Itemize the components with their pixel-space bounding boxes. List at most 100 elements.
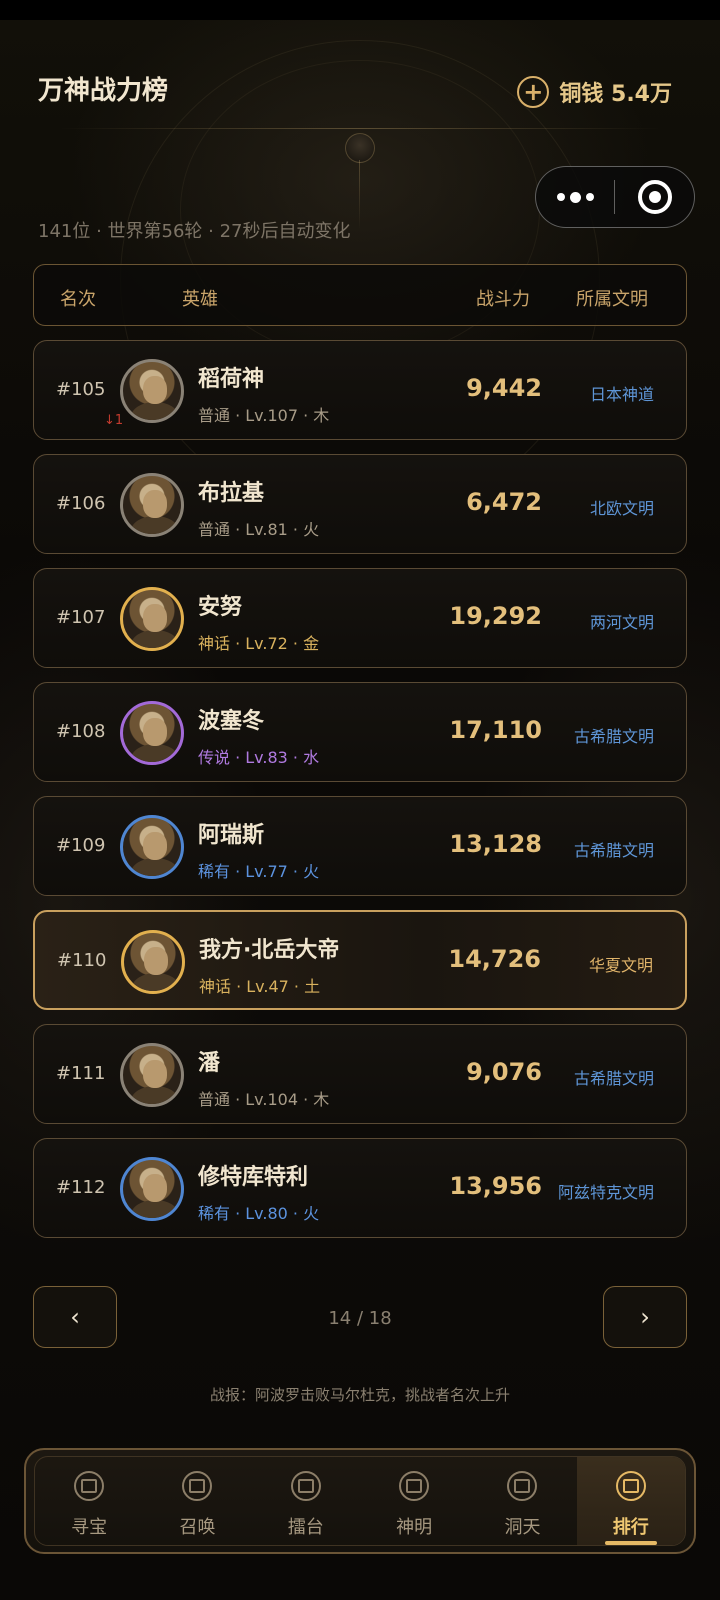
hero-avatar [121, 930, 185, 994]
ranking-subinfo: 141位 · 世界第56轮 · 27秒后自动变化 [38, 221, 351, 242]
hero-avatar [120, 359, 184, 423]
hero-power: 9,076 [466, 1058, 542, 1086]
active-tab-indicator [604, 1541, 657, 1545]
hero-avatar [120, 1157, 184, 1221]
table-row[interactable]: #106 布拉基 普通 · Lv.81 · 火 6,472 北欧文明 [33, 454, 687, 554]
hero-power: 17,110 [449, 716, 542, 744]
hero-meta: 稀有 · Lv.77 · 火 [198, 862, 320, 881]
hero-meta: 传说 · Lv.83 · 水 [198, 748, 320, 767]
tab-treasure[interactable]: 寻宝 [35, 1457, 143, 1545]
hero-avatar [120, 473, 184, 537]
ranking-icon [615, 1471, 646, 1501]
bottom-tab-bar: 寻宝 召唤 擂台 神明 洞天 排行 [24, 1448, 696, 1554]
rank-trend: ↓1 [104, 413, 124, 428]
tab-label: 擂台 [287, 1517, 324, 1538]
more-dot-icon [556, 193, 565, 201]
background-orb [345, 133, 375, 163]
hero-name: 布拉基 [198, 481, 265, 506]
row-rank: #108 [56, 721, 106, 742]
hero-civ: 北欧文明 [589, 499, 654, 518]
gods-icon [399, 1471, 430, 1501]
table-row[interactable]: #105 ↓1 稻荷神 普通 · Lv.107 · 木 9,442 日本神道 [33, 340, 687, 440]
summon-icon [182, 1471, 213, 1501]
column-civ: 所属文明 [576, 289, 648, 310]
row-rank: #106 [56, 493, 106, 514]
hero-civ: 古希腊文明 [573, 727, 654, 746]
hero-name: 稻荷神 [198, 367, 265, 392]
table-row[interactable]: #111 潘 普通 · Lv.104 · 木 9,076 古希腊文明 [33, 1024, 687, 1124]
hero-civ: 日本神道 [589, 385, 654, 404]
hero-meta: 普通 · Lv.107 · 木 [198, 406, 330, 425]
background-thread [359, 160, 360, 230]
tab-label: 神明 [396, 1517, 433, 1538]
hero-name: 波塞冬 [198, 709, 265, 734]
currency-label: 铜钱 5.4万 [559, 82, 672, 107]
treasure-icon [74, 1471, 105, 1501]
row-rank: #111 [56, 1063, 106, 1084]
column-rank: 名次 [60, 289, 96, 310]
hero-avatar [120, 701, 184, 765]
column-power: 战斗力 [476, 289, 530, 310]
hero-name: 阿瑞斯 [198, 823, 265, 848]
hero-civ: 两河文明 [589, 613, 654, 632]
hero-name: 修特库特利 [198, 1165, 309, 1190]
miniprogram-capsule [535, 166, 695, 228]
hero-avatar [120, 815, 184, 879]
row-rank: #105 [56, 379, 106, 400]
table-row-self[interactable]: #110 我方·北岳大帝 神话 · Lv.47 · 土 14,726 华夏文明 [33, 910, 687, 1010]
hero-meta: 神话 · Lv.72 · 金 [198, 634, 320, 653]
hero-name: 安努 [198, 595, 243, 620]
status-bar [0, 0, 720, 20]
hero-power: 14,726 [448, 945, 541, 973]
tab-label: 排行 [612, 1517, 649, 1538]
hero-meta: 普通 · Lv.104 · 木 [198, 1090, 330, 1109]
tab-ranking[interactable]: 排行 [576, 1457, 685, 1545]
row-rank: #107 [56, 607, 106, 628]
more-dot-icon [569, 191, 581, 203]
hero-power: 19,292 [449, 602, 542, 630]
tab-grotto[interactable]: 洞天 [468, 1457, 576, 1545]
close-miniprogram-button[interactable] [615, 180, 694, 214]
currency-display[interactable]: + 铜钱 5.4万 [517, 76, 672, 108]
hero-civ: 阿兹特克文明 [557, 1183, 654, 1202]
background-divider [60, 128, 660, 129]
page-title: 万神战力榜 [38, 76, 169, 106]
hero-power: 13,128 [449, 830, 542, 858]
hero-meta: 神话 · Lv.47 · 土 [199, 977, 321, 996]
tab-label: 召唤 [179, 1517, 216, 1538]
table-header: 名次 英雄 战斗力 所属文明 [33, 264, 687, 326]
next-page-button[interactable]: › [603, 1286, 687, 1348]
column-hero: 英雄 [182, 289, 218, 310]
tab-label: 寻宝 [71, 1517, 108, 1538]
grotto-icon [507, 1471, 538, 1501]
hero-meta: 普通 · Lv.81 · 火 [198, 520, 320, 539]
hero-avatar [120, 1043, 184, 1107]
table-row[interactable]: #109 阿瑞斯 稀有 · Lv.77 · 火 13,128 古希腊文明 [33, 796, 687, 896]
hero-civ: 古希腊文明 [573, 841, 654, 860]
hero-avatar [120, 587, 184, 651]
tab-gods[interactable]: 神明 [360, 1457, 468, 1545]
more-menu-button[interactable] [536, 167, 614, 227]
row-rank: #112 [56, 1177, 106, 1198]
hero-civ: 华夏文明 [588, 956, 653, 975]
arena-icon [290, 1471, 321, 1501]
table-row[interactable]: #108 波塞冬 传说 · Lv.83 · 水 17,110 古希腊文明 [33, 682, 687, 782]
add-currency-icon[interactable]: + [517, 76, 550, 108]
tab-summon[interactable]: 召唤 [143, 1457, 251, 1545]
hero-power: 13,956 [449, 1172, 542, 1200]
hero-civ: 古希腊文明 [573, 1069, 654, 1088]
hero-name: 我方·北岳大帝 [199, 938, 340, 963]
hero-power: 6,472 [466, 488, 542, 516]
tab-label: 洞天 [504, 1517, 541, 1538]
row-rank: #109 [56, 835, 106, 856]
more-dot-icon [585, 193, 594, 201]
table-row[interactable]: #112 修特库特利 稀有 · Lv.80 · 火 13,956 阿兹特克文明 [33, 1138, 687, 1238]
hero-name: 潘 [198, 1051, 221, 1076]
hero-power: 9,442 [466, 374, 542, 402]
target-icon [637, 180, 672, 214]
row-rank: #110 [57, 950, 107, 971]
table-row[interactable]: #107 安努 神话 · Lv.72 · 金 19,292 两河文明 [33, 568, 687, 668]
battle-news: 战报：阿波罗击败马尔杜克，挑战者名次上升 [209, 1386, 510, 1404]
tab-arena[interactable]: 擂台 [252, 1457, 360, 1545]
hero-meta: 稀有 · Lv.80 · 火 [198, 1204, 320, 1223]
